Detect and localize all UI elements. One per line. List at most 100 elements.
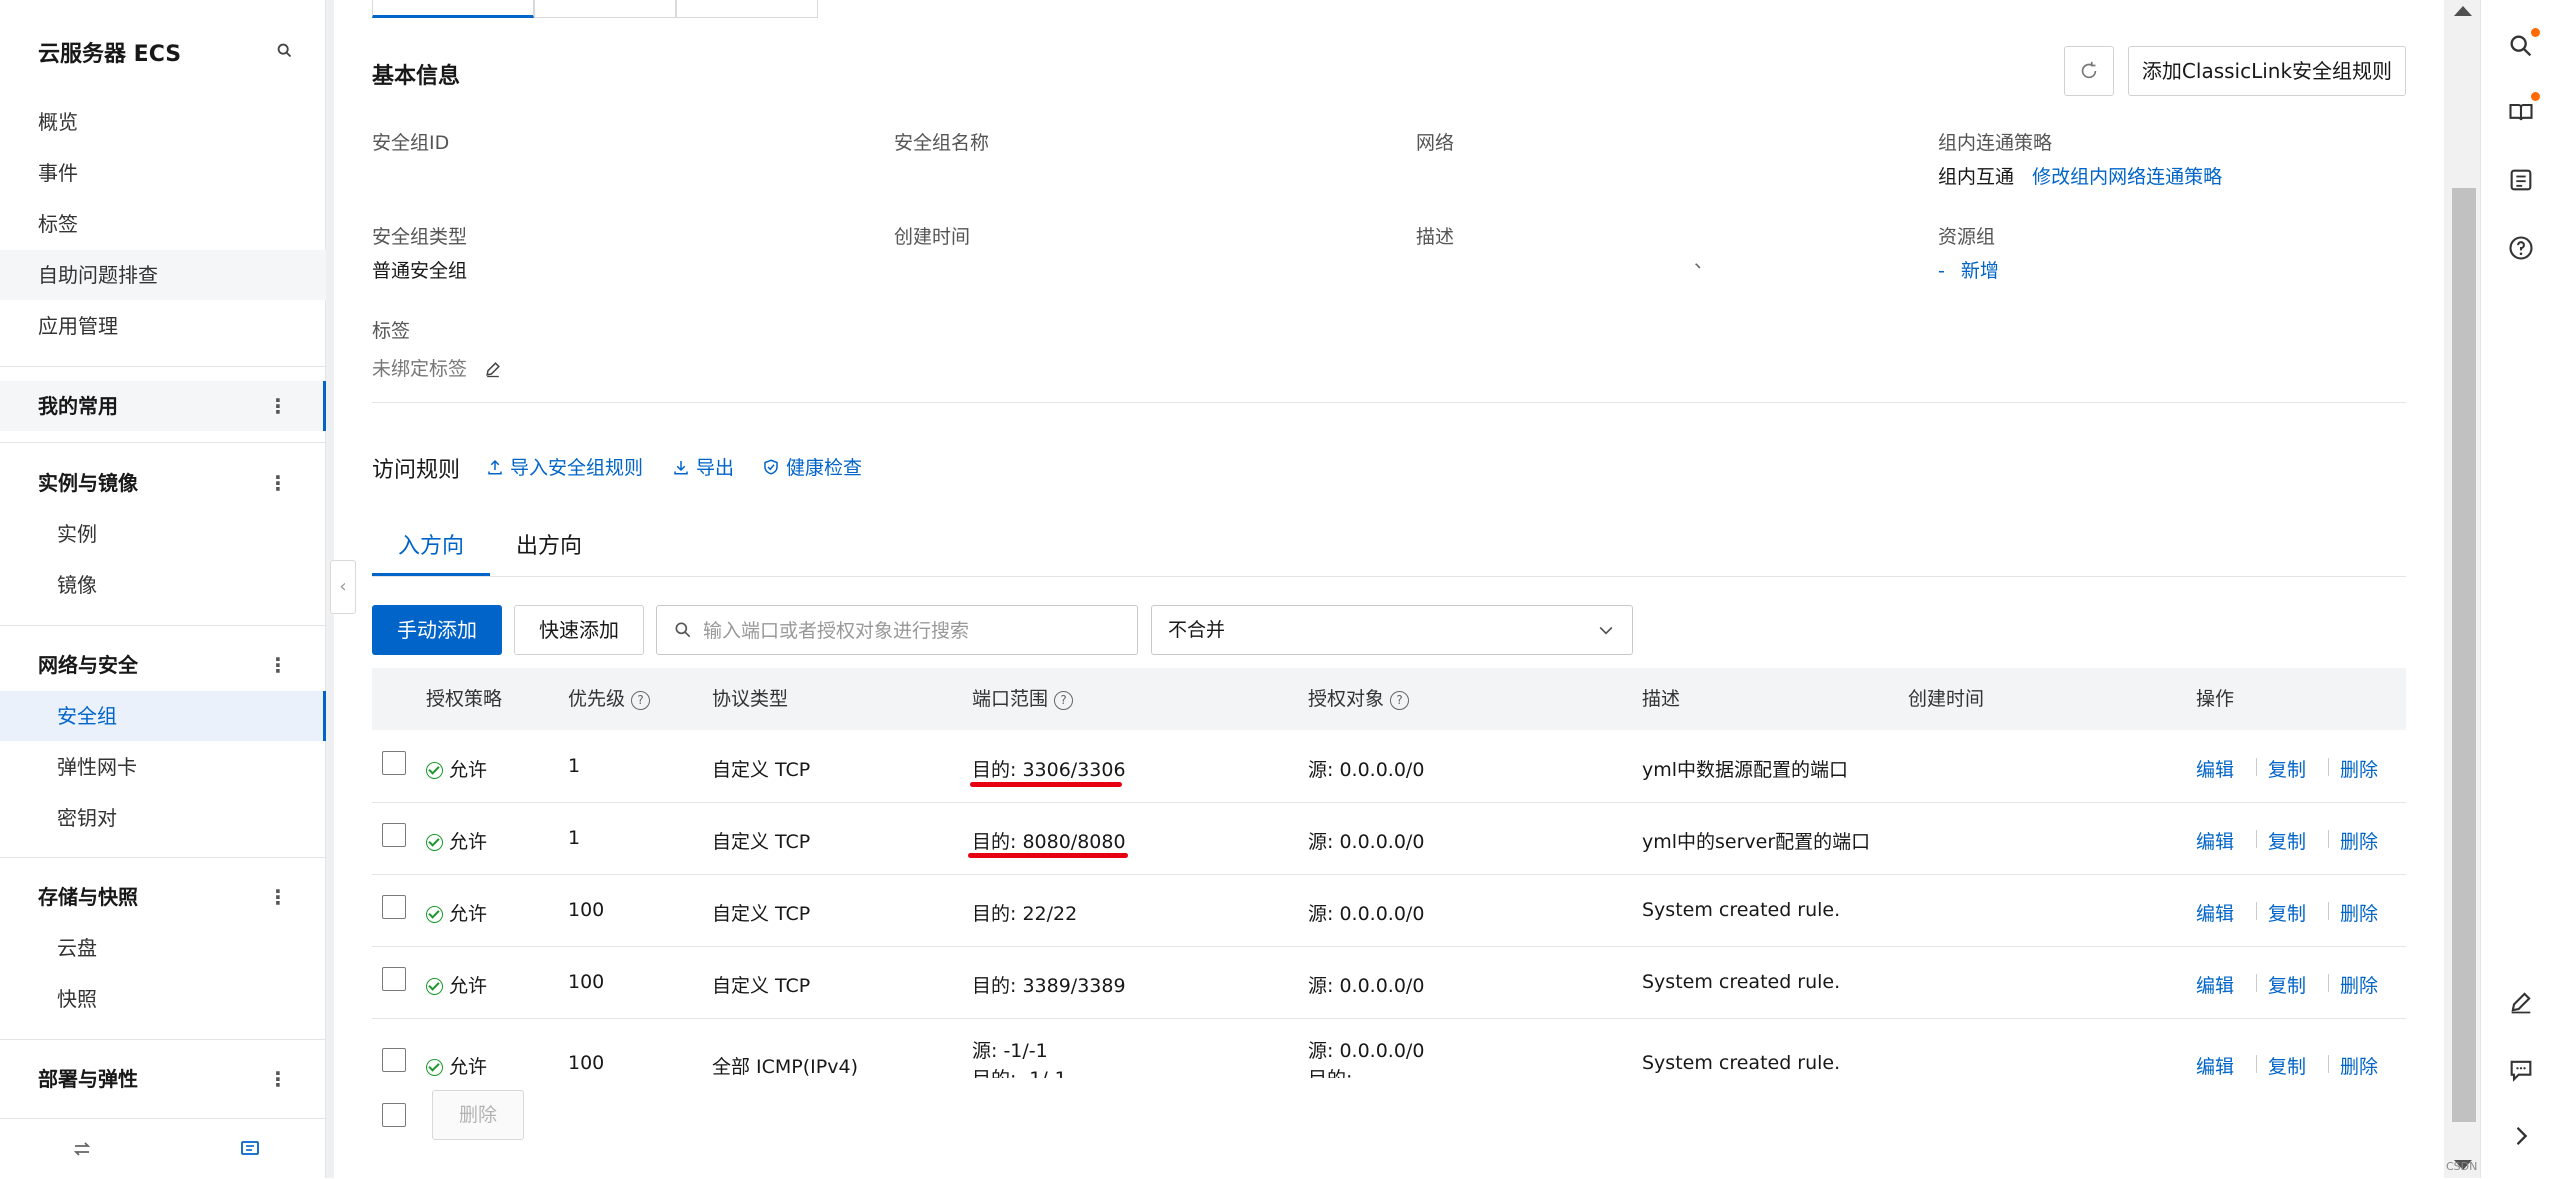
sidebar-group-network-security[interactable]: 网络与安全 ⋮ xyxy=(0,640,326,690)
priority-cell: 1 xyxy=(568,755,581,777)
more-vertical-icon[interactable]: ⋮ xyxy=(268,458,288,508)
sidebar-group-deploy-elastic[interactable]: 部署与弹性 ⋮ xyxy=(0,1054,326,1104)
import-rules-label: 导入安全组规则 xyxy=(510,457,644,479)
chat-icon[interactable] xyxy=(2507,1056,2535,1084)
sg-name-label: 安全组名称 xyxy=(894,132,990,154)
tab-inbound[interactable]: 入方向 xyxy=(398,528,464,576)
quick-add-button[interactable]: 快速添加 xyxy=(514,605,644,655)
more-vertical-icon[interactable]: ⋮ xyxy=(268,1054,288,1104)
sidebar-group-label: 实例与镜像 xyxy=(38,471,138,495)
tags-value: 未绑定标签 xyxy=(372,354,503,381)
main-content: 基本信息 添加ClassicLink安全组规则 安全组ID 安全组名称 网络 组… xyxy=(334,0,2444,1178)
sg-type-label: 安全组类型 xyxy=(372,226,468,248)
book-icon[interactable] xyxy=(2507,98,2535,126)
copy-rule-button[interactable]: 复制 xyxy=(2268,1052,2306,1078)
port-range-cell: 目的: 8080/8080 xyxy=(972,831,1126,853)
access-rules-title: 访问规则 xyxy=(372,458,461,483)
sidebar-group-favorites[interactable]: 我的常用 ⋮ xyxy=(0,381,326,431)
edit-rule-button[interactable]: 编辑 xyxy=(2196,755,2234,782)
sidebar-item-security-groups[interactable]: 安全组 xyxy=(0,691,326,741)
rules-search-input[interactable] xyxy=(701,606,1125,656)
row-checkbox[interactable] xyxy=(382,823,406,847)
message-icon[interactable] xyxy=(238,1137,262,1161)
sidebar-group-storage-snapshots[interactable]: 存储与快照 ⋮ xyxy=(0,872,326,922)
checklist-icon[interactable] xyxy=(2507,166,2535,194)
divider xyxy=(0,625,326,626)
sidebar-item-images[interactable]: 镜像 xyxy=(0,560,326,610)
sidebar-item-eni[interactable]: 弹性网卡 xyxy=(0,742,326,792)
help-icon[interactable]: ? xyxy=(1390,691,1410,710)
edit-rule-button[interactable]: 编辑 xyxy=(2196,1052,2234,1078)
search-box xyxy=(656,605,1138,656)
sidebar-item-tags[interactable]: 标签 xyxy=(0,199,326,249)
scroll-up-arrow[interactable] xyxy=(2454,6,2472,16)
add-resource-group-link[interactable]: 新增 xyxy=(1961,260,1999,282)
sidebar-item-self-troubleshoot[interactable]: 自助问题排查 xyxy=(0,250,326,300)
more-vertical-icon[interactable]: ⋮ xyxy=(268,640,288,690)
sidebar-item-key-pairs[interactable]: 密钥对 xyxy=(0,793,326,843)
copy-rule-button[interactable]: 复制 xyxy=(2268,827,2306,854)
delete-rule-button[interactable]: 删除 xyxy=(2340,827,2378,854)
protocol-cell: 全部 ICMP(IPv4) xyxy=(712,1056,858,1078)
chevron-right-icon[interactable] xyxy=(2507,1122,2535,1150)
health-check-link[interactable]: 健康检查 xyxy=(762,453,862,480)
tab-outbound[interactable]: 出方向 xyxy=(516,528,582,576)
sidebar-group-label: 部署与弹性 xyxy=(38,1067,138,1091)
copy-rule-button[interactable]: 复制 xyxy=(2268,755,2306,782)
edit-rule-button[interactable]: 编辑 xyxy=(2196,971,2234,998)
tab-security-group-details[interactable] xyxy=(372,0,534,18)
edit-icon[interactable] xyxy=(483,359,503,379)
merge-select[interactable]: 不合并 xyxy=(1151,605,1633,655)
protocol-cell: 自定义 TCP xyxy=(712,831,811,853)
column-header-actions: 操作 xyxy=(2196,688,2235,710)
row-checkbox[interactable] xyxy=(382,1048,406,1072)
help-circle-icon[interactable] xyxy=(2507,234,2535,262)
divider xyxy=(2256,902,2257,920)
row-checkbox[interactable] xyxy=(382,751,406,775)
edit-rule-button[interactable]: 编辑 xyxy=(2196,899,2234,926)
copy-rule-button[interactable]: 复制 xyxy=(2268,971,2306,998)
edit-feedback-icon[interactable] xyxy=(2507,988,2535,1016)
more-vertical-icon[interactable]: ⋮ xyxy=(268,872,288,922)
sidebar-item-overview[interactable]: 概览 xyxy=(0,97,326,147)
sidebar-item-events[interactable]: 事件 xyxy=(0,148,326,198)
search-icon[interactable] xyxy=(2507,32,2535,60)
export-link[interactable]: 导出 xyxy=(672,453,734,480)
delete-rule-button[interactable]: 删除 xyxy=(2340,755,2378,782)
bulk-delete-button[interactable]: 删除 xyxy=(432,1090,524,1140)
refresh-button[interactable] xyxy=(2064,46,2114,96)
scrollbar-thumb[interactable] xyxy=(2452,188,2476,1122)
switch-arrows-icon[interactable] xyxy=(70,1137,94,1161)
copy-rule-button[interactable]: 复制 xyxy=(2268,899,2306,926)
search-icon[interactable] xyxy=(274,40,296,62)
delete-rule-button[interactable]: 删除 xyxy=(2340,899,2378,926)
help-icon[interactable]: ? xyxy=(631,691,651,710)
notification-dot xyxy=(2531,28,2540,37)
row-checkbox[interactable] xyxy=(382,895,406,919)
modify-intra-policy-link[interactable]: 修改组内网络连通策略 xyxy=(2032,166,2222,188)
select-all-checkbox[interactable] xyxy=(382,1103,406,1127)
basic-info-title: 基本信息 xyxy=(372,64,461,89)
delete-rule-button[interactable]: 删除 xyxy=(2340,971,2378,998)
resource-group-dash: - xyxy=(1938,260,1945,282)
manual-add-button[interactable]: 手动添加 xyxy=(372,605,502,655)
edit-rule-button[interactable]: 编辑 xyxy=(2196,827,2234,854)
auth-object-cell: 源: 0.0.0.0/0 xyxy=(1308,759,1425,781)
column-header-priority: 优先级? xyxy=(568,668,651,730)
delete-rule-button[interactable]: 删除 xyxy=(2340,1052,2378,1078)
tab-eni[interactable] xyxy=(676,0,818,18)
sidebar-item-snapshots[interactable]: 快照 xyxy=(0,974,326,1024)
sidebar-item-disks[interactable]: 云盘 xyxy=(0,923,326,973)
row-checkbox[interactable] xyxy=(382,967,406,991)
health-check-label: 健康检查 xyxy=(786,457,863,479)
sidebar-item-app-management[interactable]: 应用管理 xyxy=(0,301,326,351)
merge-select-value: 不合并 xyxy=(1168,619,1226,641)
more-vertical-icon[interactable]: ⋮ xyxy=(268,381,288,431)
sidebar-item-instances[interactable]: 实例 xyxy=(0,509,326,559)
tab-instances[interactable] xyxy=(534,0,676,18)
add-classiclink-rule-button[interactable]: 添加ClassicLink安全组规则 xyxy=(2128,46,2406,96)
sidebar-group-instances-images[interactable]: 实例与镜像 ⋮ xyxy=(0,458,326,508)
help-icon[interactable]: ? xyxy=(1054,691,1074,710)
export-label: 导出 xyxy=(696,457,735,479)
import-rules-link[interactable]: 导入安全组规则 xyxy=(486,453,643,480)
